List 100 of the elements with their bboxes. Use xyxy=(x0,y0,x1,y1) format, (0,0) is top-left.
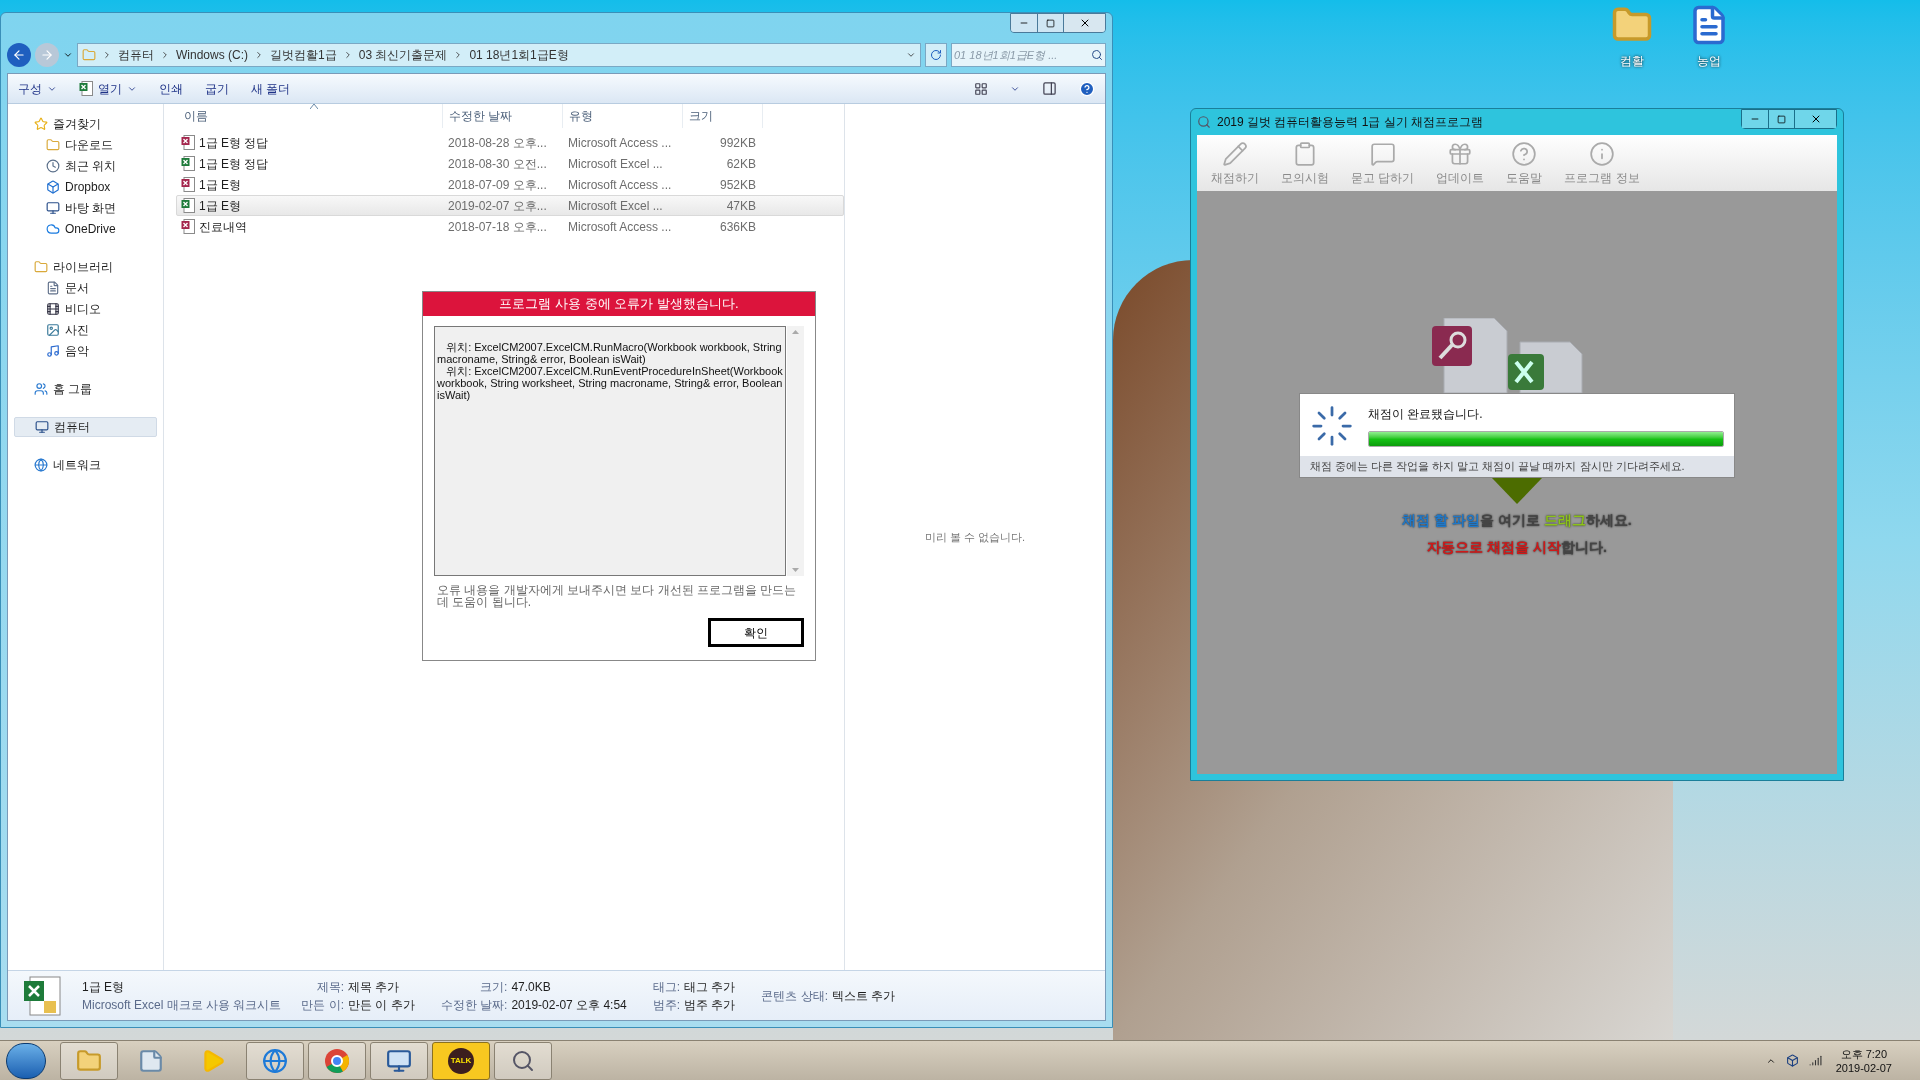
sidebar-item[interactable]: 다운로드 xyxy=(14,134,157,155)
scrollbar[interactable] xyxy=(787,326,804,576)
help-icon[interactable] xyxy=(1079,80,1095,97)
taskbar-button[interactable] xyxy=(370,1041,428,1080)
spreadsheet-file-icon xyxy=(22,974,62,1017)
pencil-icon xyxy=(1222,141,1248,167)
breadcrumb-item[interactable]: 01 18년1회1급E형 xyxy=(469,46,569,64)
detail-label: 제목: xyxy=(315,978,345,996)
maximize-button[interactable] xyxy=(1768,110,1794,128)
breadcrumb-item[interactable]: 03 최신기출문제 xyxy=(358,46,448,64)
loading-spinner-icon xyxy=(1310,404,1354,448)
browser-icon xyxy=(262,1047,288,1074)
sidebar-item[interactable]: OneDrive xyxy=(14,218,157,239)
file-row[interactable]: 1급 E형 정답 2018-08-30 오전... Microsoft Excel ... 62KB xyxy=(176,153,844,174)
detail-value[interactable]: 텍스트 추가 xyxy=(832,986,896,1005)
search-field[interactable]: 01 18년1회1급E형 ... xyxy=(951,43,1106,67)
taskbar-button[interactable] xyxy=(308,1041,366,1080)
close-button[interactable] xyxy=(1063,14,1105,32)
sidebar-item[interactable]: 라이브러리 xyxy=(14,257,157,277)
clock-date[interactable]: 2019-02-07 xyxy=(1835,1060,1892,1075)
column-header[interactable]: 이름 xyxy=(178,104,443,128)
detail-value[interactable]: 태그 추가 xyxy=(684,977,736,996)
minimize-button[interactable] xyxy=(1742,110,1768,128)
type-cell-text: Microsoft Access ... xyxy=(567,176,673,194)
file-row[interactable]: 1급 E형 2019-02-07 오후... Microsoft Excel ... 47KB xyxy=(176,195,844,216)
box-icon[interactable] xyxy=(1785,1054,1799,1067)
sidebar-item[interactable]: 문서 xyxy=(14,277,157,298)
type-cell-text: Microsoft Excel ... xyxy=(567,155,664,173)
scroll-up-arrow-icon[interactable] xyxy=(792,330,799,334)
size-cell-text: 992KB xyxy=(718,134,757,152)
clock-icon xyxy=(46,158,60,173)
address-bar[interactable]: 컴퓨터 Windows (C:) 길벗컴활1급 03 최신기출문제 01 18년1회1급E형 xyxy=(77,43,921,67)
back-button[interactable] xyxy=(7,43,31,67)
sidebar-item[interactable]: 음악 xyxy=(14,340,157,361)
film-icon xyxy=(46,301,60,316)
scroll-down-arrow-icon[interactable] xyxy=(792,568,799,572)
database-file-icon xyxy=(181,135,195,150)
info-icon xyxy=(1589,141,1615,167)
maximize-button[interactable] xyxy=(1037,14,1063,32)
preview-pane-icon[interactable] xyxy=(1042,81,1057,96)
taskbar-button[interactable] xyxy=(60,1041,118,1080)
type-cell-text: Microsoft Access ... xyxy=(567,218,673,236)
sidebar-item[interactable]: 비디오 xyxy=(14,298,157,319)
sidebar-item[interactable]: 사진 xyxy=(14,319,157,340)
column-header[interactable]: 유형 xyxy=(563,104,683,128)
toolbar-button[interactable]: 굽기 xyxy=(205,79,229,98)
sidebar-item[interactable]: Dropbox xyxy=(14,176,157,197)
detail-value[interactable]: 범주 추가 xyxy=(684,995,736,1014)
search-icon[interactable] xyxy=(1091,49,1103,61)
history-dropdown-icon[interactable] xyxy=(63,50,73,60)
breadcrumb-item[interactable]: Windows (C:) xyxy=(176,46,248,64)
file-row[interactable]: 1급 E형 정답 2018-08-28 오후... Microsoft Access ... 992KB xyxy=(176,132,844,153)
toolbar-button[interactable]: 새 폴더 xyxy=(251,79,291,98)
view-options-icon[interactable] xyxy=(974,81,988,96)
toolbar-button[interactable]: 인쇄 xyxy=(159,79,183,98)
star-icon xyxy=(34,117,48,131)
column-header[interactable]: 수정한 날짜 xyxy=(443,104,563,128)
detail-label: 수정한 날짜: xyxy=(440,996,508,1014)
breadcrumb-item[interactable]: 컴퓨터 xyxy=(118,46,154,64)
cloud-icon xyxy=(46,221,60,236)
file-name: 1급 E형 xyxy=(82,978,125,996)
search-input[interactable]: 01 18년1회1급E형 ... xyxy=(954,44,1091,66)
toolbar-button[interactable]: 열기 xyxy=(79,79,137,98)
date-cell-text: 2019-02-07 오후... xyxy=(447,197,548,215)
folder-icon xyxy=(76,1047,102,1074)
sidebar-item[interactable]: 바탕 화면 xyxy=(14,197,157,218)
detail-value[interactable]: 47.0KB xyxy=(511,977,627,996)
close-button[interactable] xyxy=(1794,110,1836,128)
sidebar-item[interactable]: 홈 그룹 xyxy=(14,379,157,399)
file-row[interactable]: 1급 E형 2018-07-09 오후... Microsoft Access ... 952KB xyxy=(176,174,844,195)
breadcrumb-item[interactable]: 길벗컴활1급 xyxy=(270,46,337,64)
sidebar-item[interactable]: 컴퓨터 xyxy=(14,417,157,437)
column-header[interactable]: 크기 xyxy=(683,104,763,128)
sidebar-item[interactable]: 즐겨찾기 xyxy=(14,114,157,134)
people-icon xyxy=(34,382,48,396)
taskbar-button[interactable] xyxy=(246,1041,304,1080)
taskbar-button[interactable] xyxy=(494,1041,552,1080)
detail-value[interactable]: 제목 추가 xyxy=(348,977,415,996)
clock-time[interactable]: 오후 7:20 xyxy=(1840,1046,1888,1061)
taskbar-button[interactable]: TALK xyxy=(432,1041,490,1080)
file-name: 1급 E형 xyxy=(199,176,241,194)
minimize-button[interactable] xyxy=(1011,14,1037,32)
detail-value[interactable]: 만든 이 추가 xyxy=(348,995,415,1014)
start-button[interactable] xyxy=(6,1042,46,1079)
signal-icon[interactable] xyxy=(1808,1054,1822,1067)
refresh-icon xyxy=(930,49,942,61)
document-icon xyxy=(46,280,60,295)
dialog-title: 프로그램 사용 중에 오류가 발생했습니다. xyxy=(499,295,739,314)
file-type: Microsoft Excel 매크로 사용 워크시트 xyxy=(82,996,282,1014)
clipboard-icon xyxy=(1292,141,1318,167)
toolbar-button[interactable]: 구성 xyxy=(18,79,57,98)
file-row[interactable]: 진료내역 2018-07-18 오후... Microsoft Access ... 636KB xyxy=(176,216,844,237)
refresh-button[interactable] xyxy=(925,43,947,67)
speech-bubble-icon xyxy=(1369,141,1396,167)
sidebar-item[interactable]: 최근 위치 xyxy=(14,155,157,176)
ok-button[interactable]: 확인 xyxy=(708,618,804,647)
sidebar-item[interactable]: 네트워크 xyxy=(14,455,157,475)
detail-value[interactable]: 2019-02-07 오후 4:54 xyxy=(511,995,627,1014)
detail-label: 콘텐츠 상태: xyxy=(761,987,829,1005)
network-icon xyxy=(34,458,48,472)
